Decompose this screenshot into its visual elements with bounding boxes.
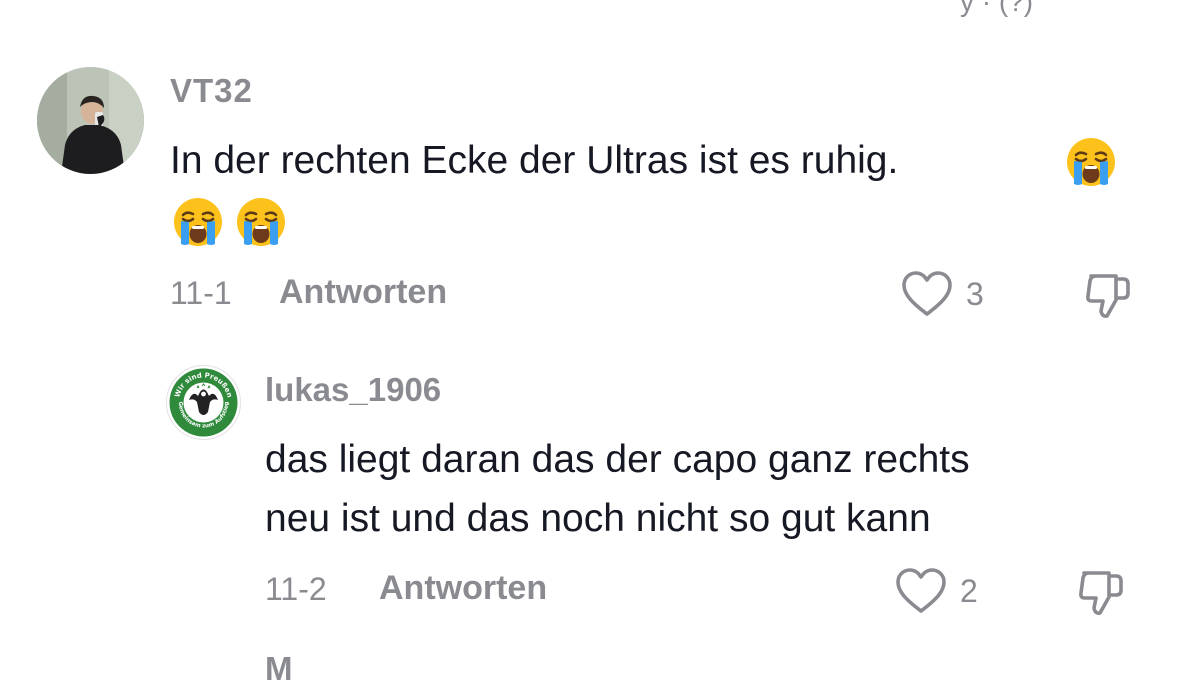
thumbs-down-outline-icon — [1079, 571, 1123, 615]
comment-text: In der rechten Ecke der Ultras ist es ru… — [170, 139, 899, 182]
like-count: 3 — [966, 276, 984, 312]
thumbs-down-outline-icon — [1086, 274, 1130, 318]
previous-item-remnant: y · (?) — [960, 0, 1034, 17]
dislike-button[interactable] — [1076, 567, 1126, 622]
heart-outline-icon — [896, 568, 946, 613]
avatar[interactable]: Wir sind Preußen Gemeinsam zum Aufstieg — [166, 365, 241, 440]
reply-username[interactable]: lukas_1906 — [265, 371, 441, 409]
avatar[interactable] — [37, 67, 144, 174]
next-item-remnant: M — [265, 650, 293, 687]
reply-button[interactable]: Antworten — [279, 273, 447, 312]
heart-outline-icon — [902, 271, 952, 316]
like-button[interactable] — [895, 567, 947, 620]
reply-button[interactable]: Antworten — [379, 569, 547, 608]
dislike-button[interactable] — [1083, 270, 1133, 325]
loudly-crying-face-icon — [237, 198, 285, 246]
club-emblem-icon: Wir sind Preußen Gemeinsam zum Aufstieg — [169, 368, 238, 437]
reply-text-line2: neu ist und das noch nicht so gut kann — [265, 497, 931, 540]
loudly-crying-face-icon — [1065, 136, 1117, 188]
reply-date: 11-2 — [265, 571, 327, 607]
user-photo-icon — [37, 67, 144, 174]
loudly-crying-face-icon — [174, 198, 222, 246]
comment-username[interactable]: VT32 — [170, 72, 253, 110]
emoji-row — [172, 196, 298, 248]
reply-text-line1: das liegt daran das der capo ganz rechts — [265, 438, 970, 481]
comment-date: 11-1 — [170, 275, 232, 311]
like-button[interactable] — [901, 270, 953, 323]
like-count: 2 — [960, 573, 978, 609]
